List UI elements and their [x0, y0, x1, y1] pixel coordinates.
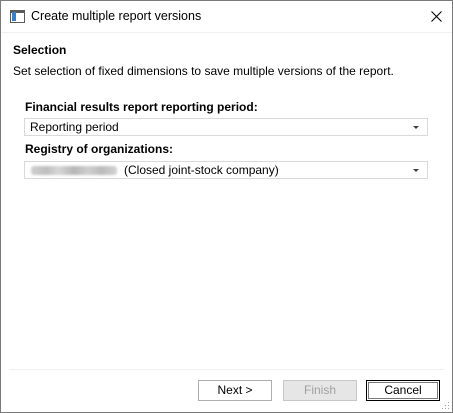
app-window-icon: [10, 10, 25, 23]
resize-grip-icon[interactable]: [440, 400, 450, 410]
reporting-period-value: Reporting period: [30, 120, 119, 134]
registry-value: (Closed joint-stock company): [124, 163, 279, 177]
finish-button[interactable]: Finish: [283, 380, 357, 401]
title-divider: [1, 32, 452, 33]
cancel-button[interactable]: Cancel: [366, 380, 440, 401]
section-description: Set selection of fixed dimensions to sav…: [13, 64, 394, 78]
registry-label: Registry of organizations:: [25, 142, 174, 156]
footer-divider: [9, 369, 444, 370]
reporting-period-combo[interactable]: Reporting period: [24, 118, 428, 136]
section-title: Selection: [13, 43, 67, 57]
chevron-down-icon[interactable]: [413, 169, 419, 172]
dialog-window: Create multiple report versions Selectio…: [0, 0, 453, 413]
close-button[interactable]: [422, 1, 452, 32]
next-button[interactable]: Next >: [198, 380, 272, 401]
registry-combo[interactable]: (Closed joint-stock company): [24, 161, 428, 179]
chevron-down-icon[interactable]: [413, 126, 419, 129]
title-bar[interactable]: Create multiple report versions: [1, 1, 452, 32]
close-icon: [431, 11, 442, 22]
window-title: Create multiple report versions: [31, 9, 202, 23]
reporting-period-label: Financial results report reporting perio…: [25, 100, 258, 114]
redacted-organization-name: [31, 166, 117, 175]
